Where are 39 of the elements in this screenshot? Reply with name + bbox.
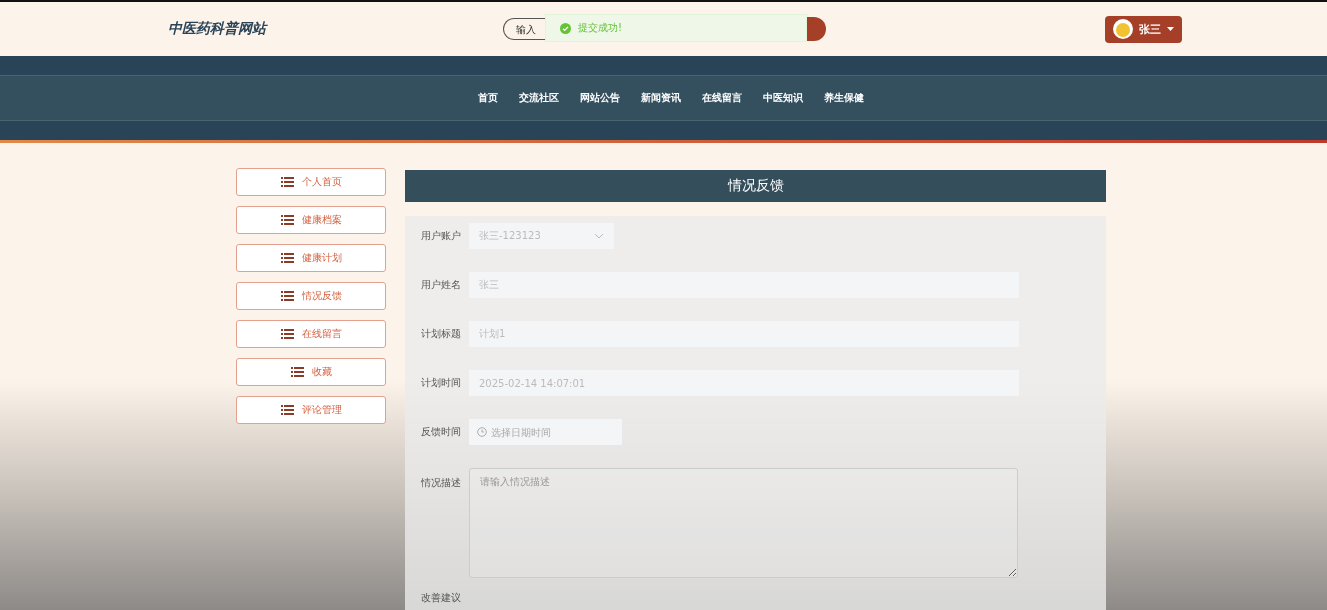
chevron-down-icon xyxy=(594,233,604,239)
site-title[interactable]: 中医药科普网站 xyxy=(168,20,503,38)
field-label: 用户姓名 xyxy=(421,278,461,292)
sidebar-item[interactable]: 评论管理 xyxy=(236,396,386,424)
nav-link[interactable]: 在线留言 xyxy=(701,91,742,105)
sidebar-item[interactable]: 收藏 xyxy=(236,358,386,386)
toast-message: 提交成功! xyxy=(578,21,622,35)
list-icon xyxy=(280,177,294,187)
field-label: 计划时间 xyxy=(421,376,461,390)
sidebar-item[interactable]: 情况反馈 xyxy=(236,282,386,310)
date-field[interactable]: 选择日期时间 xyxy=(469,419,622,445)
list-icon xyxy=(280,253,294,263)
field-label: 用户账户 xyxy=(421,229,461,243)
field-label: 情况描述 xyxy=(421,476,461,490)
avatar-icon xyxy=(1113,19,1133,39)
list-icon xyxy=(280,215,294,225)
user-menu-button[interactable]: 张三 xyxy=(1105,15,1182,43)
nav-link[interactable]: 养生保健 xyxy=(823,91,864,105)
field-label: 计划标题 xyxy=(421,327,461,341)
sidebar-item[interactable]: 在线留言 xyxy=(236,320,386,348)
nav-link[interactable]: 网站公告 xyxy=(579,91,620,105)
list-icon xyxy=(280,291,294,301)
sidebar-item[interactable]: 个人首页 xyxy=(236,168,386,196)
field-label: 改善建议 xyxy=(421,591,461,605)
list-icon xyxy=(290,367,304,377)
caret-icon xyxy=(1167,27,1174,31)
check-circle-icon xyxy=(560,22,571,34)
page-title: 情况反馈 xyxy=(405,170,1106,202)
field-label: 反馈时间 xyxy=(421,425,461,439)
nav-link[interactable]: 交流社区 xyxy=(518,91,559,105)
sidebar-item[interactable]: 健康计划 xyxy=(236,244,386,272)
clock-icon xyxy=(477,427,487,437)
textarea-field[interactable]: 请输入情况描述 xyxy=(469,468,1018,578)
sidebar-item[interactable]: 健康档案 xyxy=(236,206,386,234)
list-icon xyxy=(280,405,294,415)
nav-link[interactable]: 新闻资讯 xyxy=(640,91,681,105)
nav-link[interactable]: 首页 xyxy=(477,91,498,105)
nav-link[interactable]: 中医知识 xyxy=(762,91,803,105)
list-icon xyxy=(280,329,294,339)
